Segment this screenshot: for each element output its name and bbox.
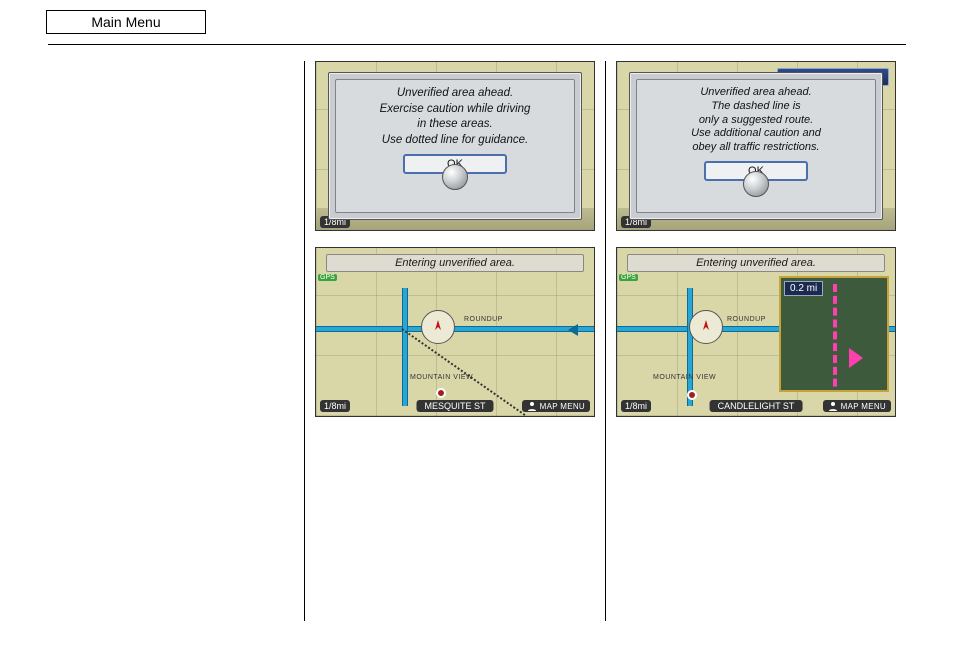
map-background	[316, 248, 594, 416]
map-menu-label: MAP MENU	[841, 402, 886, 411]
road-vertical	[402, 288, 408, 406]
destination-marker-icon	[436, 388, 446, 398]
direction-arrow-icon	[568, 324, 578, 336]
screenshot-dialog-on: 1/8mi Unverified area ahead. The dashed …	[616, 61, 896, 231]
screenshot-map-on: ROUNDUP MOUNTAIN VIEW GPS 0.2 mi Enterin…	[616, 247, 896, 417]
unverified-banner: Entering unverified area.	[326, 254, 584, 272]
map-menu-label: MAP MENU	[540, 402, 585, 411]
screenshot-dialog-off: 1/8mi Unverified area ahead. Exercise ca…	[315, 61, 595, 231]
street-label-roundup: ROUNDUP	[727, 316, 766, 323]
ok-button[interactable]: OK	[704, 161, 808, 181]
unverified-banner: Entering unverified area.	[627, 254, 885, 272]
street-label-mountain: MOUNTAIN VIEW	[410, 374, 473, 381]
current-street: MESQUITE ST	[416, 400, 493, 412]
content-columns: 1/8mi Unverified area ahead. Exercise ca…	[48, 61, 906, 621]
person-icon	[527, 401, 537, 411]
street-label-roundup: ROUNDUP	[464, 316, 503, 323]
map-menu-button[interactable]: MAP MENU	[823, 400, 891, 412]
main-menu-label: Main Menu	[91, 14, 160, 30]
alert-dialog: Unverified area ahead. Exercise caution …	[328, 72, 582, 220]
street-label-mountain: MOUNTAIN VIEW	[653, 374, 716, 381]
guidance-inset: 0.2 mi	[779, 276, 889, 392]
road-horizontal	[316, 326, 594, 332]
gps-indicator: GPS	[619, 274, 638, 281]
distance-indicator: 0.2 mi	[784, 281, 823, 296]
current-street: CANDLELIGHT ST	[710, 400, 803, 412]
divider	[48, 44, 906, 45]
column-2: 1/8mi Unverified area ahead. Exercise ca…	[304, 61, 605, 621]
column-3: 1/8mi Unverified area ahead. The dashed …	[605, 61, 906, 621]
alert-dialog: Unverified area ahead. The dashed line i…	[629, 72, 883, 220]
dashed-route	[833, 284, 837, 392]
compass-icon	[421, 310, 455, 344]
alert-text: Unverified area ahead. Exercise caution …	[380, 86, 531, 148]
destination-marker-icon	[687, 390, 697, 400]
scale-indicator: 1/8mi	[621, 400, 651, 412]
screenshot-map-off: ROUNDUP MOUNTAIN VIEW GPS Entering unver…	[315, 247, 595, 417]
main-menu-button[interactable]: Main Menu	[46, 10, 206, 34]
column-1	[48, 61, 304, 621]
map-menu-button[interactable]: MAP MENU	[522, 400, 590, 412]
gps-indicator: GPS	[318, 274, 337, 281]
road-vertical	[687, 288, 693, 406]
dial-knob-icon	[743, 171, 769, 197]
scale-indicator: 1/8mi	[320, 400, 350, 412]
person-icon	[828, 401, 838, 411]
alert-text: Unverified area ahead. The dashed line i…	[691, 86, 821, 155]
dial-knob-icon	[442, 164, 468, 190]
compass-icon	[689, 310, 723, 344]
turn-arrow-icon	[849, 348, 863, 368]
ok-button[interactable]: OK	[403, 154, 507, 174]
